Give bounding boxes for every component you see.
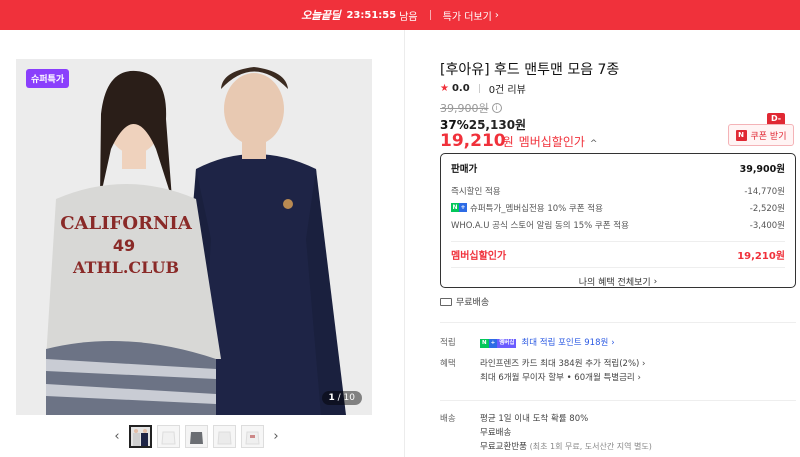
- chevron-right-icon: ›: [642, 359, 646, 369]
- rating-score: 0.0: [451, 83, 470, 94]
- points-row: 적립 N + 멤버십 최대 적립 포인트 918원 ›: [440, 336, 615, 350]
- price-total-value: 19,210원: [737, 251, 785, 262]
- price-row-label: 슈퍼특가_멤버십전용 10% 쿠폰 적용: [470, 203, 603, 214]
- benefit-installment-text: 최대 6개월 무이자 할부 • 60개월 특별금리: [480, 373, 635, 383]
- chevron-left-icon[interactable]: ‹: [110, 426, 124, 446]
- chevron-right-icon: ›: [653, 276, 658, 287]
- my-benefits-link[interactable]: 나의 혜택 전체보기 ›: [451, 267, 785, 295]
- thumbnail-3-image: [186, 425, 207, 447]
- member-price-unit: 원: [502, 135, 514, 149]
- thumbnail-4-image: [214, 425, 235, 447]
- product-main-image[interactable]: CALIFORNIA 49 ATHL.CLUB 슈퍼특가 1 / 10: [16, 59, 372, 415]
- delivery-return: 무료교환반품: [480, 442, 527, 452]
- chevron-right-icon: ›: [611, 338, 615, 348]
- benefit-card-text: 라인프렌즈 카드 최대 384원 추가 적립(2%): [480, 359, 640, 369]
- truck-icon: [440, 297, 452, 306]
- delivery-key: 배송: [440, 414, 456, 424]
- original-price: 39,900원: [440, 102, 489, 115]
- super-deal-badge: 슈퍼특가: [26, 69, 70, 88]
- delivery-return-note: (최초 1회 무료, 도서산간 지역 별도): [529, 442, 652, 451]
- benefit-installment-link[interactable]: 최대 6개월 무이자 할부 • 60개월 특별금리 ›: [480, 373, 641, 383]
- delivery-free: 무료배송: [480, 428, 512, 438]
- promo-brand: 오늘끝딜: [301, 9, 341, 22]
- section-divider: [440, 400, 796, 401]
- thumbnail-2-image: [158, 425, 179, 447]
- coupon-download-button[interactable]: N 쿠폰 받기: [728, 124, 794, 146]
- chevron-right-icon[interactable]: ›: [269, 426, 283, 446]
- shirt-print-line1: CALIFORNIA: [60, 213, 193, 234]
- points-value: 최대 적립 포인트 918원: [521, 338, 609, 348]
- benefits-key: 혜택: [440, 359, 456, 369]
- naver-logo-icon: N: [735, 129, 747, 141]
- chevron-right-icon: ›: [637, 373, 641, 383]
- original-price-row: 39,900원 i: [440, 100, 502, 116]
- member-price-label: 멤버십할인가: [518, 135, 585, 149]
- thumbnail-1[interactable]: [129, 424, 152, 448]
- thumbnail-1-image: [131, 426, 150, 446]
- info-icon[interactable]: i: [491, 103, 502, 113]
- product-info-panel: [후아유] 후드 맨투맨 모음 7종 ★ 0.0 0건 리뷰 39,900원 i…: [440, 0, 800, 457]
- price-row-value: -2,520원: [749, 203, 785, 214]
- free-shipping-label: 무료배송: [456, 298, 490, 308]
- discount-percent: 37%: [440, 118, 469, 132]
- price-row-sale: 판매가 39,900원: [451, 154, 785, 182]
- price-row-label: 판매가: [451, 164, 478, 175]
- benefits-row: 혜택 라인프렌즈 카드 최대 384원 추가 적립(2%) › 최대 6개월 무…: [440, 357, 645, 385]
- rating-separator: [478, 84, 480, 93]
- thumbnail-4[interactable]: [213, 424, 236, 448]
- membership-badge-label: 멤버십: [497, 338, 517, 348]
- points-key: 적립: [440, 338, 456, 348]
- review-count-link[interactable]: 0건 리뷰: [489, 81, 526, 96]
- price-row-store-coupon: WHO.A.U 공식 스토어 알림 동의 15% 쿠폰 적용 -3,400원: [451, 216, 785, 233]
- price-breakdown-box: 판매가 39,900원 즉시할인 적용 -14,770원 N + 슈퍼특가_멤버십…: [440, 153, 796, 288]
- image-counter-total: / 10: [337, 393, 355, 403]
- section-divider: [440, 322, 796, 323]
- price-row-total: 멤버십할인가 19,210원: [451, 241, 785, 267]
- shirt-print-line3: ATHL.CLUB: [72, 258, 179, 277]
- price-row-coupon: N + 슈퍼특가_멤버십전용 10% 쿠폰 적용 -2,520원: [451, 199, 785, 216]
- member-price-value: 19,210: [440, 131, 506, 151]
- shirt-print-line2: 49: [113, 236, 135, 255]
- free-shipping-row: 무료배송: [440, 295, 489, 308]
- delivery-row: 배송 평균 1일 이내 도착 확률 80% 무료배송 무료교환반품 (최초 1회…: [440, 412, 652, 454]
- member-price-row[interactable]: 19,210원 멤버십할인가 ^: [440, 131, 597, 151]
- product-title: [후아유] 후드 맨투맨 모음 7종: [440, 62, 620, 78]
- promo-timer-suffix: 남음: [399, 11, 418, 23]
- product-photo: CALIFORNIA 49 ATHL.CLUB: [16, 59, 372, 415]
- star-icon: ★: [440, 83, 449, 94]
- image-counter: 1 / 10: [321, 391, 362, 405]
- price-total-label: 멤버십할인가: [451, 251, 507, 262]
- price-row-label: WHO.A.U 공식 스토어 알림 동의 15% 쿠폰 적용: [451, 220, 629, 231]
- thumbnail-5-image: [242, 425, 263, 447]
- price-row-value: 39,900원: [739, 164, 785, 175]
- thumbnail-2[interactable]: [157, 424, 180, 448]
- delivery-estimate: 평균 1일 이내 도착 확률 80%: [480, 414, 589, 424]
- naver-plus-icon: N +: [451, 203, 467, 212]
- points-link[interactable]: N + 멤버십 최대 적립 포인트 918원 ›: [480, 336, 615, 350]
- benefit-card-link[interactable]: 라인프렌즈 카드 최대 384원 추가 적립(2%) ›: [480, 359, 645, 369]
- promo-timer: 23:51:55: [346, 9, 397, 21]
- image-counter-current: 1: [328, 393, 335, 403]
- thumbnail-3[interactable]: [185, 424, 208, 448]
- coupon-label: 쿠폰 받기: [750, 131, 787, 142]
- discount-price: 25,130원: [468, 118, 527, 132]
- rating-row: ★ 0.0 0건 리뷰: [440, 81, 526, 96]
- promo-separator: [429, 10, 431, 20]
- price-row-value: -3,400원: [749, 220, 785, 231]
- column-divider: [404, 30, 405, 457]
- thumbnail-strip: ‹ ›: [110, 424, 283, 448]
- naver-plus-membership-icon: N + 멤버십: [480, 338, 517, 348]
- thumbnail-5[interactable]: [241, 424, 264, 448]
- price-row-label: 즉시할인 적용: [451, 186, 501, 197]
- price-row-instant: 즉시할인 적용 -14,770원: [451, 182, 785, 199]
- chevron-up-icon: ^: [589, 139, 598, 149]
- price-row-value: -14,770원: [744, 186, 785, 197]
- my-benefits-label: 나의 혜택 전체보기: [578, 278, 651, 288]
